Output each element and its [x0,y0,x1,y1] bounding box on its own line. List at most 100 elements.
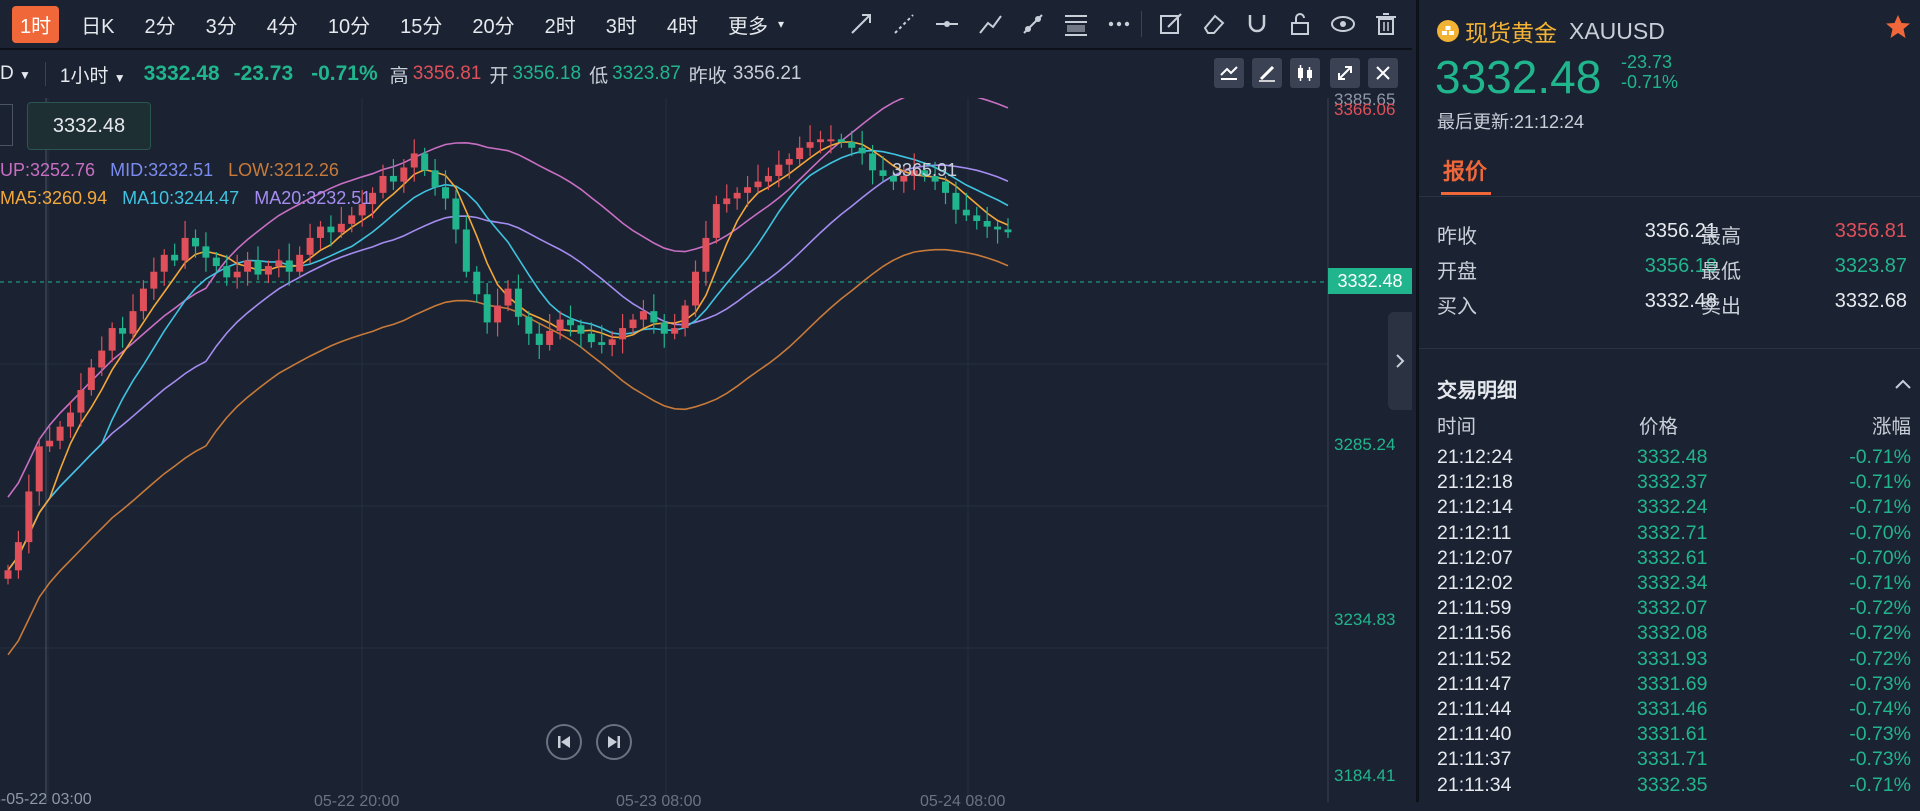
candle-body [129,311,137,334]
trash-icon[interactable] [1368,6,1404,42]
boll-legend: UP:3252.76 MID:3232.51 LOW:3212.26 [0,160,339,181]
close-icon[interactable] [1368,58,1398,88]
play-next-button[interactable] [596,724,632,760]
timeframe-10[interactable]: 4时 [659,6,706,43]
fibonacci-icon[interactable] [1058,6,1094,42]
low-label: 最低 [1701,261,1741,283]
candle-body [775,164,783,176]
trade-time: 21:11:56 [1437,622,1512,645]
trades-header: 时间 价格 涨幅 [1437,410,1911,438]
play-previous-button[interactable] [546,724,582,760]
candle-body [962,209,970,216]
trade-change: -0.71% [1849,773,1911,796]
candle-body [754,181,762,188]
more-tools-icon[interactable] [1101,6,1137,42]
segment-line-icon[interactable] [1015,6,1051,42]
trade-time: 21:11:37 [1437,748,1512,771]
candle-body [181,237,189,261]
candle-body [202,246,210,258]
tab-quote[interactable]: 报价 [1441,154,1491,195]
candle-body [400,167,408,182]
candle-body [233,271,241,278]
candle-body [462,229,470,272]
trade-change: -0.72% [1849,622,1911,645]
candle-body [806,142,814,148]
candle-body [535,333,543,345]
candlestick-chart[interactable]: 3332.48 UP:3252.76 MID:3232.51 LOW:3212.… [0,90,1412,810]
horizontal-line-icon[interactable] [929,6,965,42]
timeframe-list: 1时 日K 2分 3分 4分 10分 15分 20分 2时 3时 4时 更多 ▾ [0,5,784,43]
trade-time: 21:11:59 [1437,597,1512,620]
info-divider [44,62,46,86]
timeframe-7[interactable]: 20分 [464,6,522,43]
current-price: 3332.48 [143,62,220,85]
crosshair-left-box [0,104,13,146]
candle-body [1004,229,1012,233]
trade-price: 3332.24 [1637,496,1708,519]
trade-row: 21:12:11 3332.71 -0.70% [1437,522,1911,547]
candle-body [556,319,564,331]
unlock-icon[interactable] [1282,6,1318,42]
collapse-trades-icon[interactable] [1893,376,1913,397]
trade-price: 3332.35 [1637,773,1708,796]
pen-icon[interactable] [1252,58,1282,88]
timeframe-4[interactable]: 4分 [259,6,306,43]
symbol-selector[interactable]: D ▼ [0,63,31,85]
trade-change: -0.71% [1849,471,1911,494]
price-change: -23.73 [233,62,294,85]
candle-body [692,271,699,306]
expand-icon[interactable] [1330,58,1360,88]
interval-selector[interactable]: 1小时 ▼ [60,61,126,88]
x-tick-2: 05-23 08:00 [616,793,702,810]
edit-note-icon[interactable] [1153,6,1189,42]
candle-body [46,440,54,447]
dashed-line-icon[interactable] [886,6,922,42]
collapse-panel-handle[interactable] [1388,312,1412,410]
open-label: 开 [489,65,509,87]
candle-body [785,159,793,165]
candle-body [4,570,12,579]
candle-body [567,319,574,326]
trade-price: 3332.34 [1637,572,1708,594]
timeframe-6[interactable]: 15分 [392,6,450,43]
eye-icon[interactable] [1325,6,1361,42]
candle-body [285,260,293,272]
candle-body [994,226,1002,230]
trade-row: 21:11:59 3332.07 -0.72% [1437,597,1911,622]
trend-line-icon[interactable] [972,6,1008,42]
timeframe-1[interactable]: 日K [73,6,122,43]
col-price: 价格 [1639,416,1679,438]
timeframe-11[interactable]: 更多 [720,6,776,43]
trade-time: 21:12:02 [1437,572,1513,594]
indicator-icon[interactable] [1214,58,1244,88]
trade-price: 3331.46 [1637,698,1708,720]
boll-up-label: UP:3252.76 [0,160,96,180]
magnet-icon[interactable] [1239,6,1275,42]
timeframe-0[interactable]: 1时 [12,5,60,43]
candle-body [35,446,43,492]
candle-body [837,139,845,143]
timeframe-5[interactable]: 10分 [320,6,378,43]
open-value: 3356.18 [1644,255,1717,277]
timeframe-9[interactable]: 3时 [598,6,645,43]
candle-type-icon[interactable] [1290,58,1320,88]
arrow-line-icon[interactable] [843,6,879,42]
candle-body [87,367,95,391]
panel-price: 3332.48 [1435,51,1602,103]
timeframe-8[interactable]: 2时 [537,6,584,43]
trade-change: -0.72% [1849,647,1911,670]
candle-body [608,339,616,345]
last-updated: 最后更新:21:12:24 [1437,112,1585,132]
favorite-star-icon[interactable] [1885,14,1911,45]
ma20-label: MA20:3232.51 [254,188,372,208]
candle-body [317,226,324,238]
timeframe-3[interactable]: 3分 [198,6,245,43]
trade-price: 3332.48 [1637,446,1708,468]
candle-body [514,288,522,317]
candle-body [442,187,449,199]
candle-body [525,316,533,334]
timeframe-2[interactable]: 2分 [136,6,183,43]
eraser-icon[interactable] [1196,6,1232,42]
high-value: 3356.81 [412,63,482,84]
trade-row: 21:11:52 3331.93 -0.72% [1437,648,1911,673]
